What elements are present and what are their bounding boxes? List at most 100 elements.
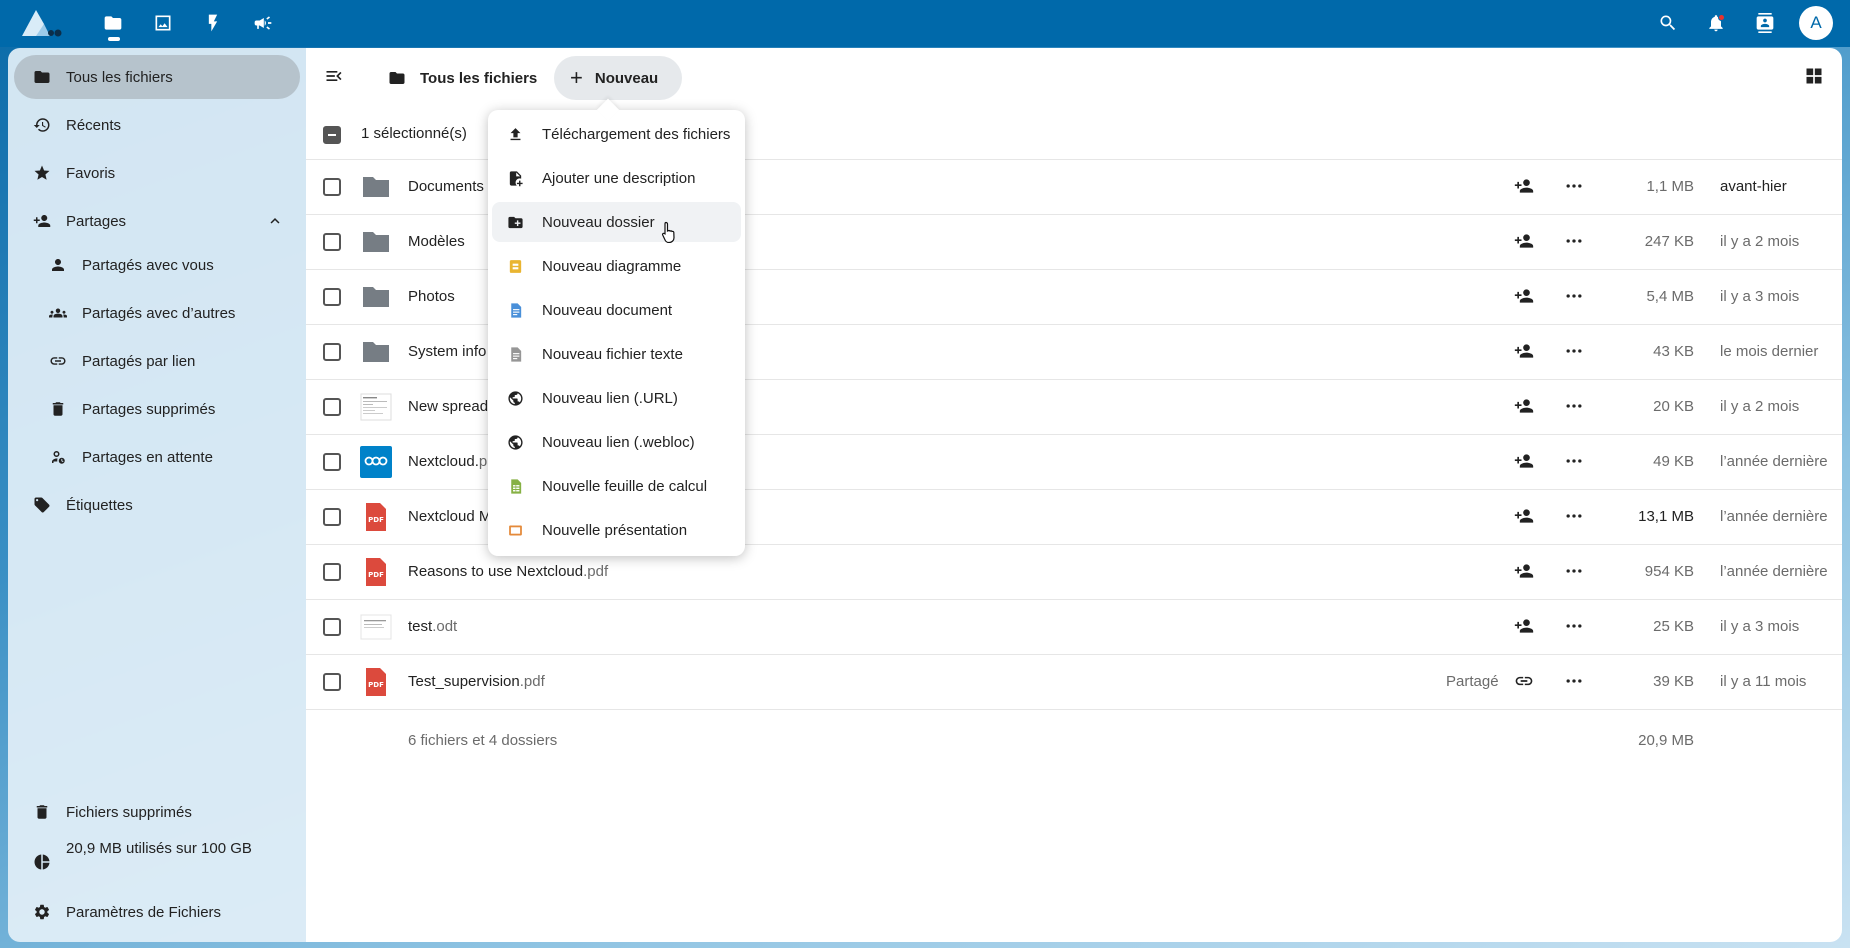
menu-item-add-description[interactable]: Ajouter une description [492, 158, 741, 198]
activity-icon[interactable] [198, 8, 228, 38]
sidebar-item-label: Favoris [66, 164, 116, 182]
sidebar-item-label: Étiquettes [66, 496, 133, 514]
file-size: 1,1 MB [1646, 178, 1694, 195]
sidebar-item-label: Tous les fichiers [66, 68, 173, 86]
sidebar-item-tags[interactable]: Étiquettes [14, 483, 300, 527]
file-size: 39 KB [1653, 673, 1694, 690]
nextcloud-logo[interactable] [18, 4, 68, 42]
shared-label[interactable]: Partagé [1446, 673, 1499, 690]
menu-item-new-diagram[interactable]: Nouveau diagramme [492, 246, 741, 286]
file-extension: .pdf [519, 673, 545, 690]
globe-icon [506, 389, 524, 407]
more-actions-icon[interactable] [1564, 506, 1586, 528]
pie-chart-icon [32, 852, 52, 872]
sidebar-item-shared-by-link[interactable]: Partagés par lien [14, 339, 300, 383]
storage-quota[interactable]: 20,9 MB utilisés sur 100 GB [14, 838, 300, 884]
more-actions-icon[interactable] [1564, 286, 1586, 308]
new-button[interactable]: + Nouveau [554, 56, 682, 100]
menu-item-new-presentation[interactable]: Nouvelle présentation [492, 510, 741, 550]
more-actions-icon[interactable] [1564, 451, 1586, 473]
row-checkbox[interactable] [323, 453, 341, 471]
sidebar-item-deleted-files[interactable]: Fichiers supprimés [14, 792, 300, 832]
share-icon[interactable] [1514, 176, 1536, 198]
sidebar-item-recent[interactable]: Récents [14, 103, 300, 147]
user-avatar[interactable]: A [1799, 6, 1833, 40]
share-icon[interactable] [1514, 561, 1536, 583]
share-icon[interactable] [1514, 451, 1536, 473]
sidebar-item-label: Récents [66, 116, 122, 134]
sidebar-item-files-settings[interactable]: Paramètres de Fichiers [14, 892, 300, 932]
file-name[interactable]: Documents [408, 178, 484, 195]
more-actions-icon[interactable] [1564, 231, 1586, 253]
link-icon[interactable] [1514, 671, 1536, 693]
sidebar-item-shared-with-you[interactable]: Partagés avec vous [14, 243, 300, 287]
share-icon[interactable] [1514, 286, 1536, 308]
photos-icon[interactable] [148, 8, 178, 38]
menu-item-new-document[interactable]: Nouveau document [492, 290, 741, 330]
sidebar-item-all-files[interactable]: Tous les fichiers [14, 55, 300, 99]
row-checkbox[interactable] [323, 618, 341, 636]
sidebar-item-label: Partages [66, 212, 127, 230]
file-basename: Documents [408, 178, 484, 195]
sidebar-item-pending-shares[interactable]: Partages en attente [14, 435, 300, 479]
row-checkbox[interactable] [323, 343, 341, 361]
contacts-icon[interactable] [1750, 8, 1780, 38]
sidebar-item-shares[interactable]: Partages [14, 199, 300, 243]
share-icon[interactable] [1514, 396, 1536, 418]
notifications-icon[interactable] [1701, 8, 1731, 38]
menu-item-label: Nouveau lien (.webloc) [542, 433, 695, 451]
more-actions-icon[interactable] [1564, 671, 1586, 693]
search-icon[interactable] [1653, 8, 1683, 38]
more-actions-icon[interactable] [1564, 616, 1586, 638]
more-actions-icon[interactable] [1564, 176, 1586, 198]
announcements-icon[interactable] [248, 8, 278, 38]
select-all-checkbox[interactable] [323, 126, 341, 144]
sidebar-item-deleted-shares[interactable]: Partages supprimés [14, 387, 300, 431]
more-actions-icon[interactable] [1564, 341, 1586, 363]
menu-item-new-link-url[interactable]: Nouveau lien (.URL) [492, 378, 741, 418]
row-checkbox[interactable] [323, 673, 341, 691]
row-checkbox[interactable] [323, 508, 341, 526]
menu-item-new-link-webloc[interactable]: Nouveau lien (.webloc) [492, 422, 741, 462]
menu-item-upload-files[interactable]: Téléchargement des fichiers [492, 114, 741, 154]
file-name[interactable]: Nextcloud M [408, 508, 491, 525]
file-row[interactable]: PDF Test_supervision.pdf Partagé 39 KB il y … [306, 655, 1842, 710]
menu-item-new-text-file[interactable]: Nouveau fichier texte [492, 334, 741, 374]
sidebar-footer-label: Paramètres de Fichiers [66, 903, 222, 921]
file-extension: p [478, 453, 488, 470]
share-icon[interactable] [1514, 506, 1536, 528]
file-name[interactable]: test.odt [408, 618, 457, 635]
grid-view-icon[interactable] [1804, 66, 1828, 90]
file-name[interactable]: New spread [408, 398, 488, 415]
share-icon[interactable] [1514, 341, 1536, 363]
more-actions-icon[interactable] [1564, 561, 1586, 583]
breadcrumb-all-files[interactable]: Tous les fichiers [388, 56, 537, 100]
toggle-navigation-icon[interactable] [322, 64, 346, 88]
row-checkbox[interactable] [323, 178, 341, 196]
sidebar-item-favorites[interactable]: Favoris [14, 151, 300, 195]
file-row[interactable]: test.odt 25 KB il y a 3 mois [306, 600, 1842, 655]
chevron-up-icon[interactable] [266, 212, 284, 230]
file-name[interactable]: Photos [408, 288, 455, 305]
menu-item-new-spreadsheet[interactable]: Nouvelle feuille de calcul [492, 466, 741, 506]
folder-icon [360, 226, 392, 258]
share-icon[interactable] [1514, 231, 1536, 253]
file-basename: test [408, 618, 433, 635]
sidebar-item-shared-with-others[interactable]: Partagés avec d’autres [14, 291, 300, 335]
file-name[interactable]: System info [408, 343, 486, 360]
row-checkbox[interactable] [323, 563, 341, 581]
file-basename: Reasons to use Nextcloud [408, 563, 584, 580]
file-name[interactable]: Reasons to use Nextcloud.pdf [408, 563, 608, 580]
menu-item-new-folder[interactable]: Nouveau dossier [492, 202, 741, 242]
file-name[interactable]: Nextcloud.p [408, 453, 487, 470]
row-checkbox[interactable] [323, 233, 341, 251]
file-name[interactable]: Modèles [408, 233, 465, 250]
file-name[interactable]: Test_supervision.pdf [408, 673, 545, 690]
more-actions-icon[interactable] [1564, 396, 1586, 418]
row-checkbox[interactable] [323, 398, 341, 416]
row-checkbox[interactable] [323, 288, 341, 306]
files-icon[interactable] [98, 8, 128, 38]
share-icon[interactable] [1514, 616, 1536, 638]
files-summary: 6 fichiers et 4 dossiers [408, 732, 558, 749]
folder-icon [360, 281, 392, 313]
